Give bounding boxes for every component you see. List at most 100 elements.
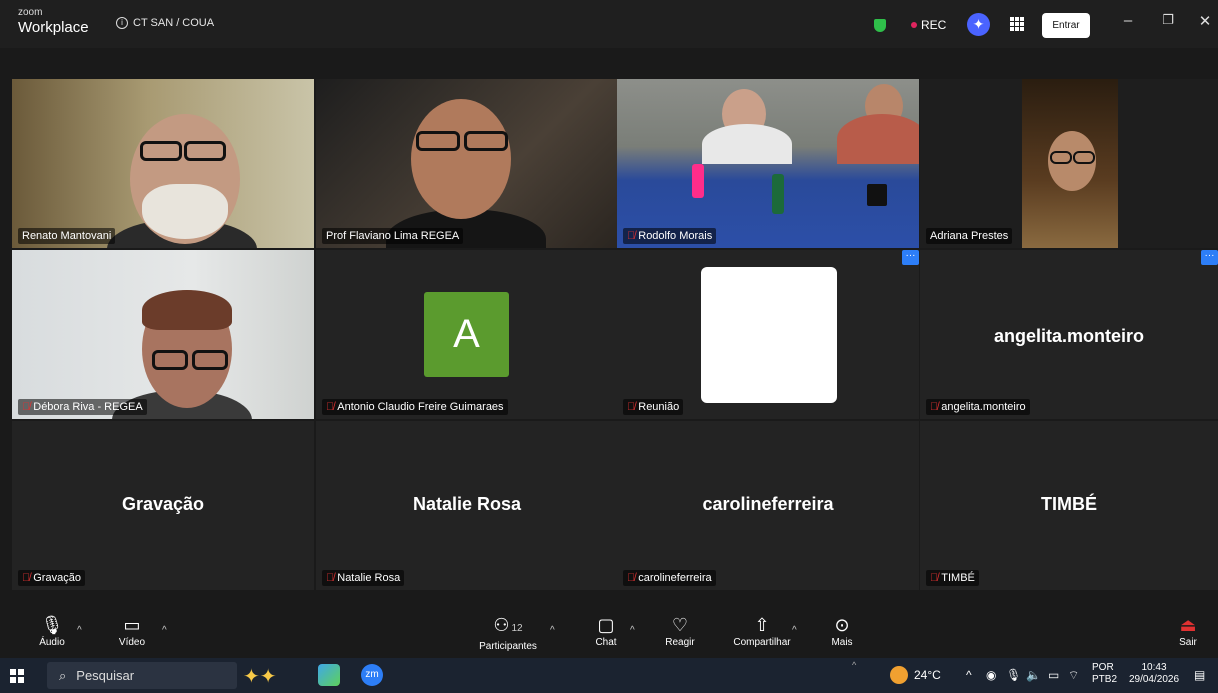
more-label: Mais xyxy=(831,637,853,648)
muted-mic-icon: 🎙̸ xyxy=(930,401,939,413)
share-label: Compartilhar xyxy=(733,637,791,648)
muted-mic-icon: 🎙̸ xyxy=(627,401,636,413)
chat-options-caret[interactable]: ^ xyxy=(630,625,635,636)
participant-name: Renato Mantovani xyxy=(18,228,116,244)
location-icon[interactable]: ◉ xyxy=(986,668,996,682)
audio-options-caret[interactable]: ^ xyxy=(77,625,82,636)
share-button[interactable]: ⇧ Compartilhar xyxy=(726,615,798,648)
title-bar: zoom Workplace i CT SAN / COUA REC ✦ Ent… xyxy=(0,0,1218,48)
ai-companion-icon[interactable]: ✦ xyxy=(967,13,990,36)
scroll-caret-icon[interactable]: ^ xyxy=(852,660,856,670)
chat-label: Chat xyxy=(595,637,617,648)
temperature[interactable]: 24°C xyxy=(914,668,941,682)
chat-icon: ▢ xyxy=(597,615,615,635)
participant-display-name: Gravação xyxy=(121,494,205,514)
taskbar-search[interactable]: ⌕ Pesquisar xyxy=(47,662,237,689)
volume-icon[interactable]: 🔈 xyxy=(1026,668,1041,682)
audio-label: Áudio xyxy=(39,637,65,648)
restore-icon[interactable]: ❐ xyxy=(1158,12,1178,28)
participant-name: 🎙̸ Gravação xyxy=(18,570,85,586)
zoom-logo: zoom Workplace xyxy=(18,8,89,36)
meeting-info[interactable]: i CT SAN / COUA xyxy=(116,17,214,29)
participant-tile[interactable]: Natalie Rosa 🎙̸ Natalie Rosa xyxy=(316,421,618,590)
minimize-icon[interactable]: – xyxy=(1118,12,1138,29)
language-indicator[interactable]: POR PTB2 xyxy=(1092,662,1117,686)
tray-overflow-icon[interactable]: ^ xyxy=(966,668,972,682)
share-screen-icon: ⇧ xyxy=(754,615,770,635)
participant-name: 🎙̸ Débora Riva - REGEA xyxy=(18,399,147,415)
date: 29/04/2026 xyxy=(1128,674,1180,685)
video-options-caret[interactable]: ^ xyxy=(162,625,167,636)
participant-name: 🎙̸ angelita.monteiro xyxy=(926,399,1030,415)
brand-name: Workplace xyxy=(18,19,89,36)
participant-name: Adriana Prestes xyxy=(926,228,1013,244)
participant-tile[interactable]: A 🎙̸ Antonio Claudio Freire Guimaraes xyxy=(316,250,618,419)
muted-mic-icon: 🎙̸ xyxy=(627,572,636,584)
app-icon[interactable] xyxy=(318,664,340,686)
react-button[interactable]: ♡ Reagir xyxy=(662,615,698,648)
windows-taskbar: ⌕ Pesquisar ✦✦ zm ^ 24°C ^ ◉ 🎙 🔈 ▭ ⌔ POR… xyxy=(0,658,1218,693)
participants-icon: ⚇ 12 xyxy=(493,615,523,635)
search-placeholder: Pesquisar xyxy=(76,668,135,683)
video-button[interactable]: ▭ Vídeo xyxy=(112,615,152,648)
windows-start-icon[interactable] xyxy=(10,669,24,683)
participant-display-name: TIMBÉ xyxy=(1041,494,1097,514)
muted-mic-icon: 🎙̸ xyxy=(326,572,335,584)
participants-options-caret[interactable]: ^ xyxy=(550,625,555,636)
rec-label: REC xyxy=(921,18,947,32)
more-options-icon[interactable]: ··· xyxy=(902,250,919,265)
participant-tile[interactable]: angelita.monteiro ··· 🎙̸ angelita.monteir… xyxy=(920,250,1218,419)
weather-icon[interactable] xyxy=(890,666,908,684)
avatar xyxy=(701,267,837,403)
shield-icon[interactable] xyxy=(874,19,886,32)
wifi-icon[interactable]: ⌔ xyxy=(1068,668,1079,683)
video-tile[interactable]: 🎙̸ Débora Riva - REGEA xyxy=(12,250,314,419)
battery-icon[interactable]: ▭ xyxy=(1048,668,1059,682)
video-tile[interactable]: Adriana Prestes xyxy=(920,79,1218,248)
copilot-sparkle-icon[interactable]: ✦✦ xyxy=(243,664,277,689)
participant-tile[interactable]: carolineferreira 🎙̸ carolineferreira xyxy=(617,421,919,590)
video-tile[interactable]: Renato Mantovani xyxy=(12,79,314,248)
participant-display-name: angelita.monteiro xyxy=(993,326,1145,346)
search-icon: ⌕ xyxy=(59,667,67,683)
audio-button[interactable]: 🎙 Áudio xyxy=(34,615,70,648)
leave-button[interactable]: ⏏ Sair xyxy=(1172,615,1204,648)
info-icon: i xyxy=(116,17,128,29)
avatar: A xyxy=(424,292,509,377)
muted-mic-icon: 🎙̸ xyxy=(627,230,636,242)
video-tile[interactable]: Prof Flaviano Lima REGEA xyxy=(316,79,618,248)
clock[interactable]: 10:43 29/04/2026 xyxy=(1126,662,1182,686)
muted-mic-icon: 🎙̸ xyxy=(22,401,31,413)
participant-name: 🎙̸ Rodolfo Morais xyxy=(623,228,717,244)
record-dot-icon xyxy=(911,22,917,28)
participants-count: 12 xyxy=(511,623,523,634)
close-icon[interactable]: ✕ xyxy=(1195,12,1215,30)
muted-mic-icon: 🎙̸ xyxy=(22,572,31,584)
recording-indicator[interactable]: REC xyxy=(911,18,946,32)
zoom-app-icon[interactable]: zm xyxy=(361,664,383,686)
notifications-icon[interactable]: ▤ xyxy=(1194,668,1205,682)
participant-tile[interactable]: Gravação 🎙̸ Gravação xyxy=(12,421,314,590)
apps-grid-icon[interactable] xyxy=(1010,17,1024,31)
exit-icon: ⏏ xyxy=(1179,615,1197,635)
video-tile[interactable]: 🎙̸ Rodolfo Morais xyxy=(617,79,919,248)
participants-label: Participantes xyxy=(479,641,537,652)
sign-in-button[interactable]: Entrar xyxy=(1042,13,1090,38)
more-options-icon[interactable]: ··· xyxy=(1201,250,1218,265)
mic-tray-icon[interactable]: 🎙 xyxy=(1006,668,1021,682)
participants-button[interactable]: ⚇ 12 Participantes xyxy=(472,615,544,652)
video-label: Vídeo xyxy=(118,637,146,648)
participant-name: 🎙̸ TIMBÉ xyxy=(926,570,979,586)
chat-button[interactable]: ▢ Chat xyxy=(590,615,622,648)
participant-tile[interactable]: ··· 🎙̸ Reunião xyxy=(617,250,919,419)
time: 10:43 xyxy=(1141,662,1167,673)
react-label: Reagir xyxy=(665,637,695,648)
participant-name: 🎙̸ Antonio Claudio Freire Guimaraes xyxy=(322,399,508,415)
language-code: POR xyxy=(1092,662,1114,673)
heart-icon: ♡ xyxy=(671,615,689,635)
share-options-caret[interactable]: ^ xyxy=(792,625,797,636)
more-button[interactable]: ⊙ Mais xyxy=(826,615,858,648)
muted-mic-icon: 🎙̸ xyxy=(930,572,939,584)
participant-tile[interactable]: TIMBÉ 🎙̸ TIMBÉ xyxy=(920,421,1218,590)
leave-label: Sair xyxy=(1179,637,1197,648)
